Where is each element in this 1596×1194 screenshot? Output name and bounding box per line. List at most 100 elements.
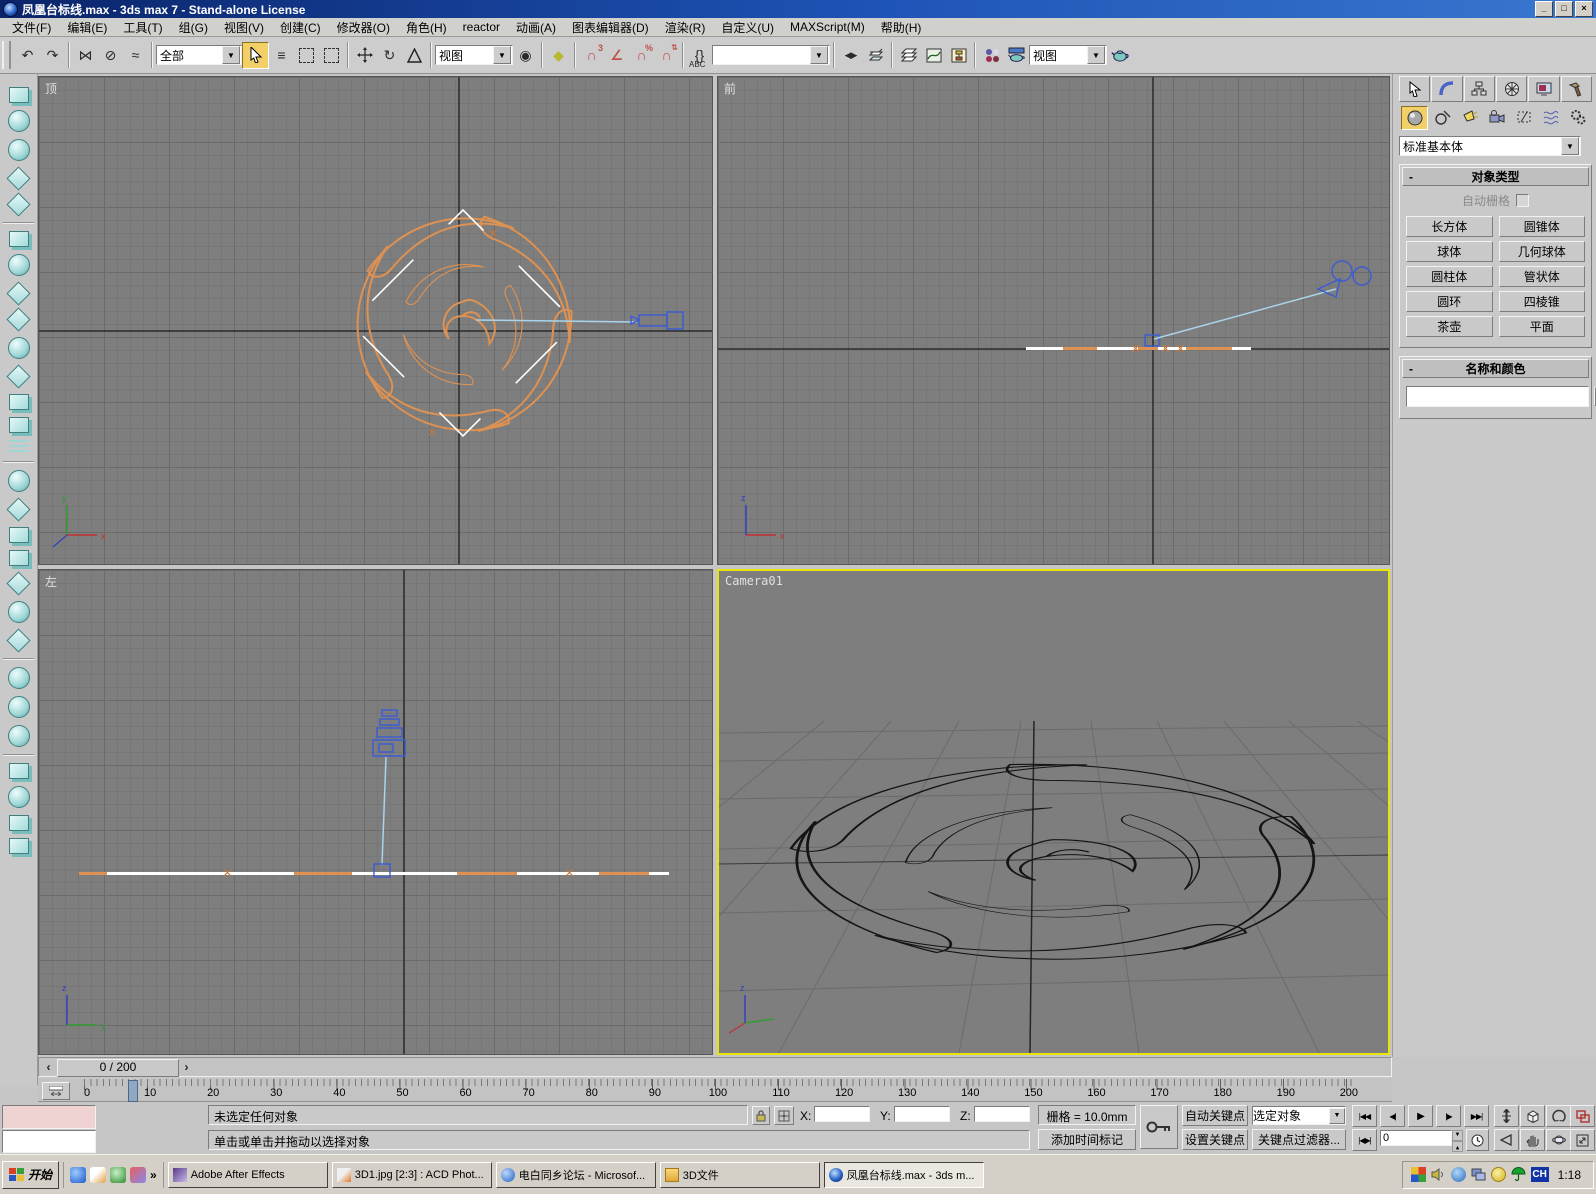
quicklaunch-ie-icon[interactable] (70, 1167, 86, 1183)
viewport-left[interactable]: 左 (38, 569, 713, 1055)
menu-help[interactable]: 帮助(H) (873, 17, 930, 38)
camera-target-front[interactable] (1145, 335, 1159, 346)
y-coordinate-input[interactable] (894, 1106, 950, 1122)
primitive-category-dropdown[interactable]: 标准基本体 ▼ (1399, 136, 1581, 156)
viewport-front-label[interactable]: 前 (724, 80, 736, 97)
window-crossing-button[interactable] (319, 43, 344, 68)
shelf-star-icon[interactable] (6, 192, 30, 216)
object-type-rollout-header[interactable]: - 对象类型 (1402, 167, 1589, 186)
shelf-ball-icon[interactable] (8, 139, 30, 161)
menu-reactor[interactable]: reactor (455, 18, 508, 36)
shelf-search-icon[interactable] (8, 786, 30, 808)
category-shapes[interactable] (1430, 106, 1455, 128)
tray-display-icon[interactable] (1471, 1167, 1486, 1182)
go-to-end-button[interactable]: ▶▶| (1464, 1105, 1489, 1127)
dropdown-arrow-icon[interactable]: ▼ (1329, 1108, 1345, 1124)
shelf-car-icon[interactable] (9, 394, 29, 410)
time-configuration-button[interactable] (1466, 1129, 1489, 1151)
viewport-top[interactable]: 顶 (38, 76, 713, 565)
dropdown-arrow-icon[interactable]: ▼ (1087, 46, 1105, 64)
task-ie-forum[interactable]: 电白同乡论坛 - Microsof... (496, 1162, 656, 1188)
start-button[interactable]: 开始 (2, 1161, 59, 1189)
tray-clock[interactable]: 1:18 (1554, 1168, 1585, 1182)
use-pivot-center-button[interactable]: ◉ (513, 43, 538, 68)
sphere-button[interactable]: 球体 (1406, 241, 1493, 262)
close-button[interactable]: × (1575, 1, 1593, 17)
language-indicator[interactable]: CH (1531, 1167, 1549, 1182)
shelf-compound-icon[interactable] (9, 231, 29, 247)
time-slider-handle[interactable]: 0 / 200 (57, 1059, 179, 1077)
quick-render-button[interactable] (1107, 43, 1132, 68)
set-key-big-button[interactable] (1140, 1105, 1178, 1149)
menu-graph-editors[interactable]: 图表编辑器(D) (564, 17, 657, 38)
open-mini-curve-editor-button[interactable] (42, 1082, 70, 1100)
quicklaunch-media-icon[interactable] (110, 1167, 126, 1183)
key-mode-toggle-button[interactable]: |◀▶| (1352, 1129, 1377, 1151)
next-frame-button[interactable]: |▶ (1436, 1105, 1461, 1127)
menu-customize[interactable]: 自定义(U) (713, 17, 782, 38)
zoom-extents-all-button[interactable] (1570, 1105, 1595, 1127)
tube-button[interactable]: 管状体 (1499, 266, 1586, 287)
spline-edge-front[interactable] (1026, 347, 1251, 350)
shelf-knot-icon[interactable] (8, 470, 30, 492)
shelf-video-post-icon[interactable] (9, 838, 29, 854)
menu-modifiers[interactable]: 修改器(O) (329, 17, 398, 38)
key-filters-button[interactable]: 关键点过滤器... (1252, 1129, 1346, 1150)
angle-snap-button[interactable]: ∠ (604, 43, 629, 68)
menu-group[interactable]: 组(G) (171, 17, 216, 38)
menu-animation[interactable]: 动画(A) (508, 17, 564, 38)
spinner-down-icon[interactable]: ▼ (1452, 1141, 1463, 1152)
shelf-parameters-icon[interactable] (9, 763, 29, 779)
phoenix-spline-top[interactable] (279, 155, 629, 505)
select-object-button[interactable] (242, 42, 269, 69)
selection-filter-dropdown[interactable]: 全部 ▼ (156, 45, 242, 65)
box-button[interactable]: 长方体 (1406, 216, 1493, 237)
shelf-dice-icon[interactable] (9, 550, 29, 566)
frame-spinner[interactable]: ▼ ▼ (1452, 1130, 1463, 1148)
camera-target-left[interactable] (374, 864, 390, 877)
shelf-whistle-icon[interactable] (6, 628, 30, 652)
current-frame-input[interactable] (1380, 1130, 1452, 1146)
field-of-view-button[interactable] (1546, 1105, 1571, 1127)
quicklaunch-robot-icon[interactable] (130, 1167, 146, 1183)
tab-hierarchy[interactable] (1464, 76, 1495, 102)
minimize-button[interactable]: _ (1535, 1, 1553, 17)
shelf-stairs-icon[interactable] (9, 417, 29, 433)
mirror-button[interactable]: ◀▶ (838, 43, 863, 68)
dropdown-arrow-icon[interactable]: ▼ (222, 46, 240, 64)
key-selection-dropdown[interactable]: 选定对象 ▼ (1252, 1106, 1346, 1125)
shelf-easel-icon[interactable] (6, 571, 30, 595)
tray-colorful-icon[interactable] (1411, 1167, 1426, 1182)
shelf-door-icon[interactable] (9, 527, 29, 543)
dropdown-arrow-icon[interactable]: ▼ (1561, 137, 1579, 155)
plane-button[interactable]: 平面 (1499, 316, 1586, 337)
track-bar[interactable]: 0102030405060708090100110120130140150160… (38, 1079, 1392, 1102)
camera-object-top[interactable] (631, 312, 683, 329)
time-forward-arrow[interactable]: › (179, 1059, 194, 1075)
shelf-knife-icon[interactable] (6, 281, 30, 305)
time-back-arrow[interactable]: ‹ (41, 1059, 56, 1075)
shelf-wheel-icon[interactable] (8, 601, 30, 623)
tray-umbrella-icon[interactable] (1511, 1167, 1526, 1182)
task-3dsmax[interactable]: 凤凰台标线.max - 3ds m... (824, 1162, 984, 1188)
menu-maxscript[interactable]: MAXScript(M) (782, 18, 873, 36)
previous-frame-button[interactable]: ◀| (1380, 1105, 1405, 1127)
viewport-top-label[interactable]: 顶 (45, 80, 57, 97)
layer-manager-button[interactable] (896, 43, 921, 68)
shelf-spring-icon[interactable] (8, 254, 30, 276)
category-cameras[interactable] (1484, 106, 1509, 128)
zoom-extents-button[interactable] (1520, 1105, 1545, 1127)
edit-named-selections-button[interactable]: {}ABC (687, 43, 712, 68)
tab-motion[interactable] (1496, 76, 1527, 102)
shelf-swirl-icon[interactable] (8, 725, 30, 747)
dropdown-arrow-icon[interactable]: ▼ (810, 46, 828, 64)
name-color-rollout-header[interactable]: - 名称和颜色 (1402, 359, 1589, 378)
z-coordinate-input[interactable] (974, 1106, 1030, 1122)
viewport-front[interactable]: 前 (717, 76, 1390, 565)
category-helpers[interactable] (1511, 106, 1536, 128)
menu-file[interactable]: 文件(F) (4, 17, 59, 38)
category-systems[interactable] (1565, 106, 1590, 128)
tray-qq-icon[interactable] (1491, 1167, 1506, 1182)
menu-rendering[interactable]: 渲染(R) (657, 17, 714, 38)
task-after-effects[interactable]: Adobe After Effects (168, 1162, 328, 1188)
